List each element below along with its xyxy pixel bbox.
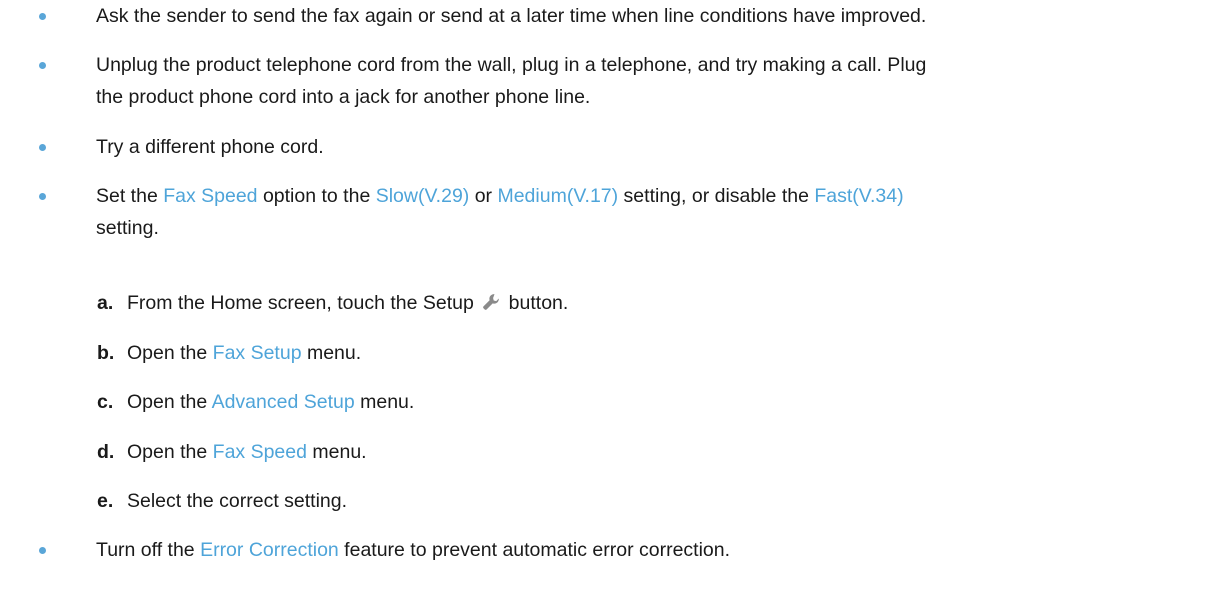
text-run: Turn off the: [96, 539, 201, 561]
step-letter: b.: [97, 342, 115, 364]
step-text: Open the Fax Setup menu.: [127, 337, 361, 369]
text-run: option to the: [257, 185, 376, 207]
term-fast-v34: Fast(V.34): [814, 185, 904, 207]
text-run: Open the: [127, 391, 212, 413]
step-letter: a.: [97, 292, 114, 314]
text-run: setting, or disable the: [618, 185, 815, 207]
text-run: Open the: [127, 441, 213, 463]
bullet-text-line: Turn off the Error Correction feature to…: [96, 534, 1206, 566]
term-fax-setup: Fax Setup: [212, 342, 302, 364]
text-run: menu.: [301, 342, 362, 364]
term-fax-speed: Fax Speed: [163, 185, 258, 207]
text-run: Set the: [96, 185, 164, 207]
bullet-text-line: Set the Fax Speed option to the Slow(V.2…: [96, 180, 1206, 212]
term-advanced-setup: Advanced Setup: [211, 391, 355, 413]
bullet-icon: [39, 13, 46, 20]
term-slow-v29: Slow(V.29): [375, 185, 470, 207]
term-medium-v17: Medium(V.17): [497, 185, 619, 207]
bullet-text-line: the product phone cord into a jack for a…: [96, 86, 591, 108]
text-run: From the Home screen, touch the Setup: [127, 292, 480, 314]
step-text: Select the correct setting.: [127, 490, 348, 512]
bullet-icon: [39, 144, 46, 151]
text-run: button.: [503, 292, 569, 314]
step-letter: d.: [97, 441, 115, 463]
term-fax-speed: Fax Speed: [212, 441, 307, 463]
bullet-text: Ask the sender to send the fax again or …: [96, 5, 927, 27]
text-run: menu.: [306, 441, 367, 463]
text-run: feature to prevent automatic error corre…: [338, 539, 731, 561]
step-text: Open the Advanced Setup menu.: [127, 386, 414, 418]
wrench-icon: [483, 294, 500, 310]
text-run: Open the: [127, 342, 213, 364]
step-text: From the Home screen, touch the Setup bu…: [127, 287, 568, 319]
text-run: menu.: [354, 391, 415, 413]
step-letter: c.: [97, 391, 114, 413]
step-text: Open the Fax Speed menu.: [127, 436, 367, 468]
manual-page: Ask the sender to send the fax again or …: [0, 0, 1220, 600]
text-run: or: [469, 185, 498, 207]
bullet-icon: [39, 547, 46, 554]
bullet-text-line: setting.: [96, 217, 159, 239]
term-error-correction: Error Correction: [200, 539, 339, 561]
step-letter: e.: [97, 490, 114, 512]
bullet-icon: [39, 193, 46, 200]
bullet-text-line: Unplug the product telephone cord from t…: [96, 54, 927, 76]
bullet-text: Try a different phone cord.: [96, 136, 324, 158]
bullet-icon: [39, 62, 46, 69]
